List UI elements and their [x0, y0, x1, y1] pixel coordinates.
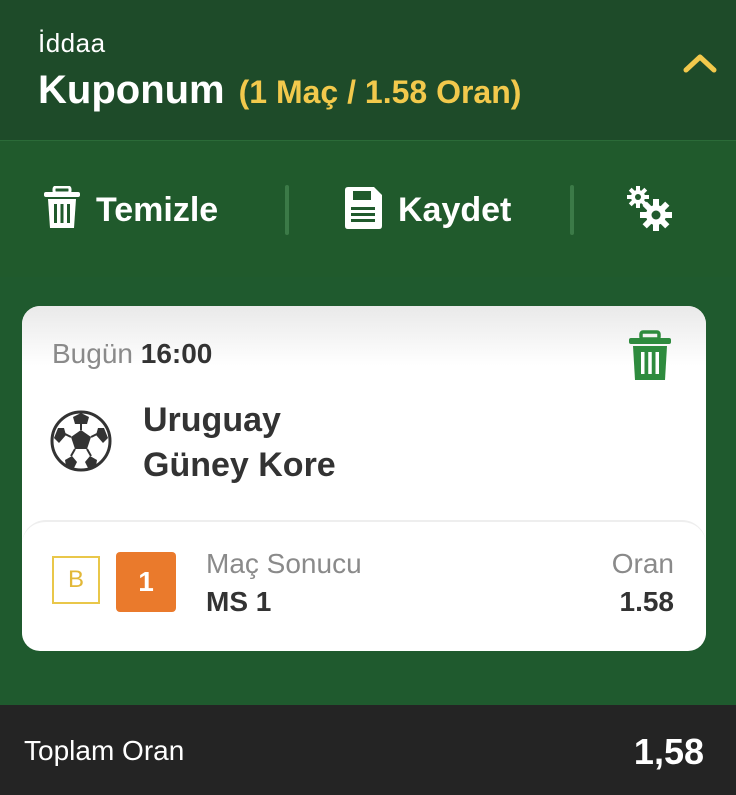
selection-code-badge: 1	[116, 552, 176, 612]
page-title: Kuponum	[38, 68, 225, 112]
settings-button[interactable]	[626, 185, 672, 236]
away-team: Güney Kore	[143, 446, 336, 484]
home-team: Uruguay	[143, 401, 281, 439]
soccer-ball-icon	[50, 410, 112, 472]
toolbar-divider	[285, 185, 289, 235]
odds-value: 1.58	[619, 586, 675, 617]
toolbar-divider	[570, 185, 574, 235]
market-label: Maç Sonucu	[206, 548, 362, 579]
match-time: Bugün 16:00	[52, 338, 212, 370]
header-title-row: Kuponum (1 Maç / 1.58 Oran)	[38, 68, 521, 113]
header-subtitle: İddaa	[38, 28, 106, 58]
coupon-toolbar: Temizle Kaydet	[0, 140, 736, 277]
total-odds-bar: Toplam Oran 1,58	[0, 705, 736, 795]
trash-icon	[626, 330, 674, 386]
save-button-label: Kaydet	[398, 190, 512, 229]
save-icon	[342, 186, 384, 235]
delete-bet-button[interactable]	[626, 330, 674, 382]
bet-card: Bugün 16:00 Uruguay Güney Kore B 1 Maç S…	[22, 306, 706, 651]
total-odds-value: 1,58	[633, 731, 704, 772]
pick-label: MS 1	[206, 586, 272, 617]
match-day: Bugün	[52, 338, 133, 369]
clear-button-label: Temizle	[96, 190, 219, 229]
clear-button[interactable]: Temizle	[42, 185, 219, 235]
total-odds-label: Toplam Oran	[24, 735, 185, 766]
gears-icon	[626, 185, 672, 236]
odds-label: Oran	[611, 548, 674, 579]
coupon-summary: (1 Maç / 1.58 Oran)	[238, 74, 522, 110]
coupon-header: İddaa Kuponum (1 Maç / 1.58 Oran)	[0, 0, 736, 140]
bet-type-badge: B	[52, 556, 100, 604]
save-button[interactable]: Kaydet	[342, 186, 512, 235]
trash-icon	[42, 185, 82, 235]
match-hour: 16:00	[140, 338, 213, 369]
chevron-up-icon[interactable]	[680, 48, 720, 78]
